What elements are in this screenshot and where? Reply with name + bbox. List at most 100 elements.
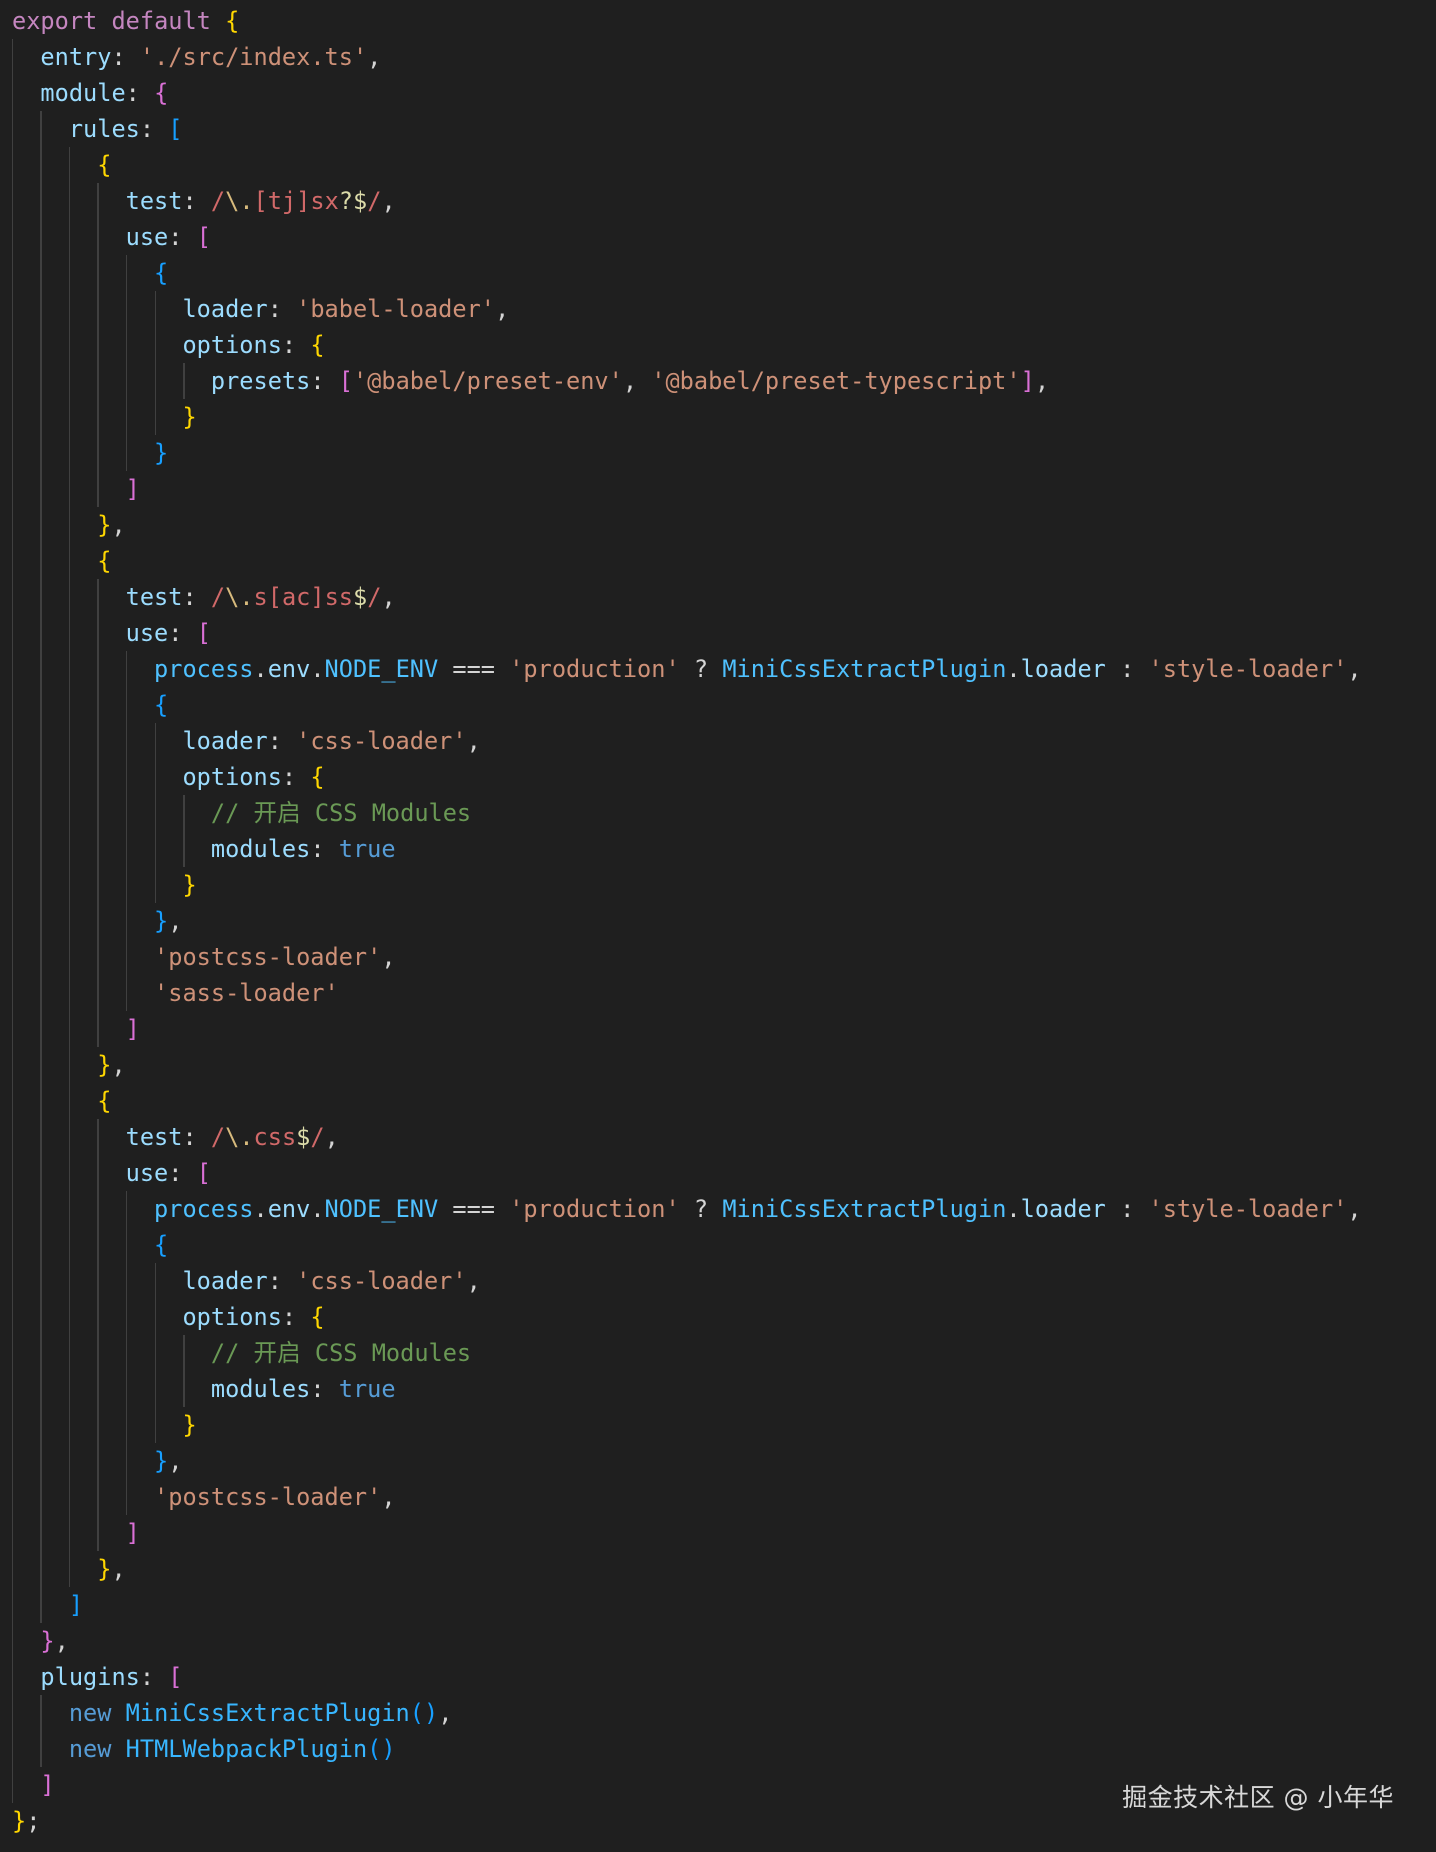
code-token: '@babel/preset-env': [352, 367, 623, 395]
code-token: test: [125, 1123, 183, 1151]
code-line: loader: 'babel-loader',: [11, 291, 1362, 327]
indent-guide: [68, 795, 71, 831]
code-line: {: [11, 543, 1362, 579]
indent-guide: [68, 1551, 71, 1587]
code-block[interactable]: export default { entry: './src/index.ts'…: [11, 3, 1362, 1839]
code-line: test: /\.s[ac]ss$/,: [11, 579, 1362, 615]
indent-guide: [154, 327, 156, 363]
code-line: },: [11, 1551, 1362, 1587]
code-token: ,: [466, 1267, 481, 1295]
code-token: }: [154, 1447, 169, 1475]
code-token: }: [154, 439, 169, 467]
code-token: {: [154, 79, 169, 107]
code-token: {: [310, 1303, 325, 1331]
code-token: .: [253, 655, 268, 683]
indent-guide: [68, 1011, 71, 1047]
code-token: 'css-loader': [296, 1267, 467, 1295]
indent-guide: [68, 1479, 71, 1515]
code-token: ;: [26, 1807, 41, 1835]
indent-guide: [11, 1587, 13, 1623]
indent-guide: [68, 1227, 71, 1263]
indent-guide: [40, 183, 42, 219]
indent-guide: [68, 1371, 71, 1407]
code-token: ,: [1347, 1195, 1362, 1223]
indent-guide: [11, 1011, 13, 1047]
indent-guide: [40, 939, 42, 975]
indent-guide: [125, 327, 128, 363]
code-token: ,: [324, 1123, 339, 1151]
code-line: }: [11, 435, 1362, 471]
indent-guide: [97, 1263, 99, 1299]
code-line: }: [11, 399, 1362, 435]
code-line: new HTMLWebpackPlugin(): [11, 1731, 1362, 1767]
code-token: {: [310, 331, 325, 359]
indent-guide: [97, 1155, 99, 1191]
code-editor[interactable]: export default { entry: './src/index.ts'…: [0, 0, 1436, 1852]
code-token: ,: [1034, 367, 1050, 395]
code-token: :: [267, 727, 297, 755]
indent-guide: [68, 1335, 71, 1371]
indent-guide: [68, 291, 71, 327]
indent-guide: [40, 1551, 42, 1587]
code-token: [: [168, 1663, 183, 1691]
indent-guide: [68, 1155, 71, 1191]
indent-guide: [68, 219, 71, 255]
indent-guide: [11, 75, 13, 111]
code-token: {: [154, 691, 169, 719]
code-token: s: [253, 583, 268, 611]
code-token: 'css-loader': [296, 727, 467, 755]
indent-guide: [40, 579, 42, 615]
code-token: css: [253, 1123, 297, 1151]
indent-guide: [40, 327, 42, 363]
indent-guide: [125, 1263, 128, 1299]
indent-guide: [68, 471, 71, 507]
code-token: }: [97, 1051, 112, 1079]
code-token: 'sass-loader': [154, 979, 339, 1007]
code-token: :: [267, 1267, 297, 1295]
code-token: }: [97, 1555, 112, 1583]
indent-guide: [11, 471, 13, 507]
indent-guide: [154, 291, 156, 327]
indent-guide: [125, 687, 128, 723]
code-token: true: [338, 835, 396, 863]
code-token: :: [281, 331, 311, 359]
code-line: presets: ['@babel/preset-env', '@babel/p…: [11, 363, 1362, 399]
indent-guide: [125, 903, 128, 939]
code-line: {: [11, 1083, 1362, 1119]
indent-guide: [97, 327, 99, 363]
indent-guide: [125, 363, 128, 399]
code-line: {: [11, 687, 1362, 723]
code-token: {: [154, 1231, 169, 1259]
code-token: }: [12, 1807, 27, 1835]
indent-guide: [125, 651, 128, 687]
code-line: plugins: [: [11, 1659, 1362, 1695]
code-token: 'style-loader': [1148, 655, 1348, 683]
indent-guide: [11, 1407, 13, 1443]
indent-guide: [125, 1191, 128, 1227]
indent-guide: [40, 255, 42, 291]
code-line: options: {: [11, 327, 1362, 363]
code-token: {: [97, 547, 112, 575]
indent-guide: [68, 1515, 71, 1551]
code-token: $: [353, 583, 368, 611]
indent-guide: [11, 831, 13, 867]
indent-guide: [68, 255, 71, 291]
code-line: {: [11, 147, 1362, 183]
indent-guide: [97, 831, 99, 867]
indent-guide: [11, 1551, 13, 1587]
indent-guide: [97, 255, 99, 291]
code-token: ,: [381, 943, 396, 971]
indent-guide: [40, 1587, 42, 1623]
indent-guide: [40, 1299, 42, 1335]
code-line: },: [11, 1623, 1362, 1659]
indent-guide: [11, 615, 13, 651]
code-token: MiniCssExtractPlugin: [722, 655, 1007, 683]
code-token: presets: [210, 367, 311, 395]
code-token: test: [125, 187, 183, 215]
code-line: ]: [11, 1011, 1362, 1047]
